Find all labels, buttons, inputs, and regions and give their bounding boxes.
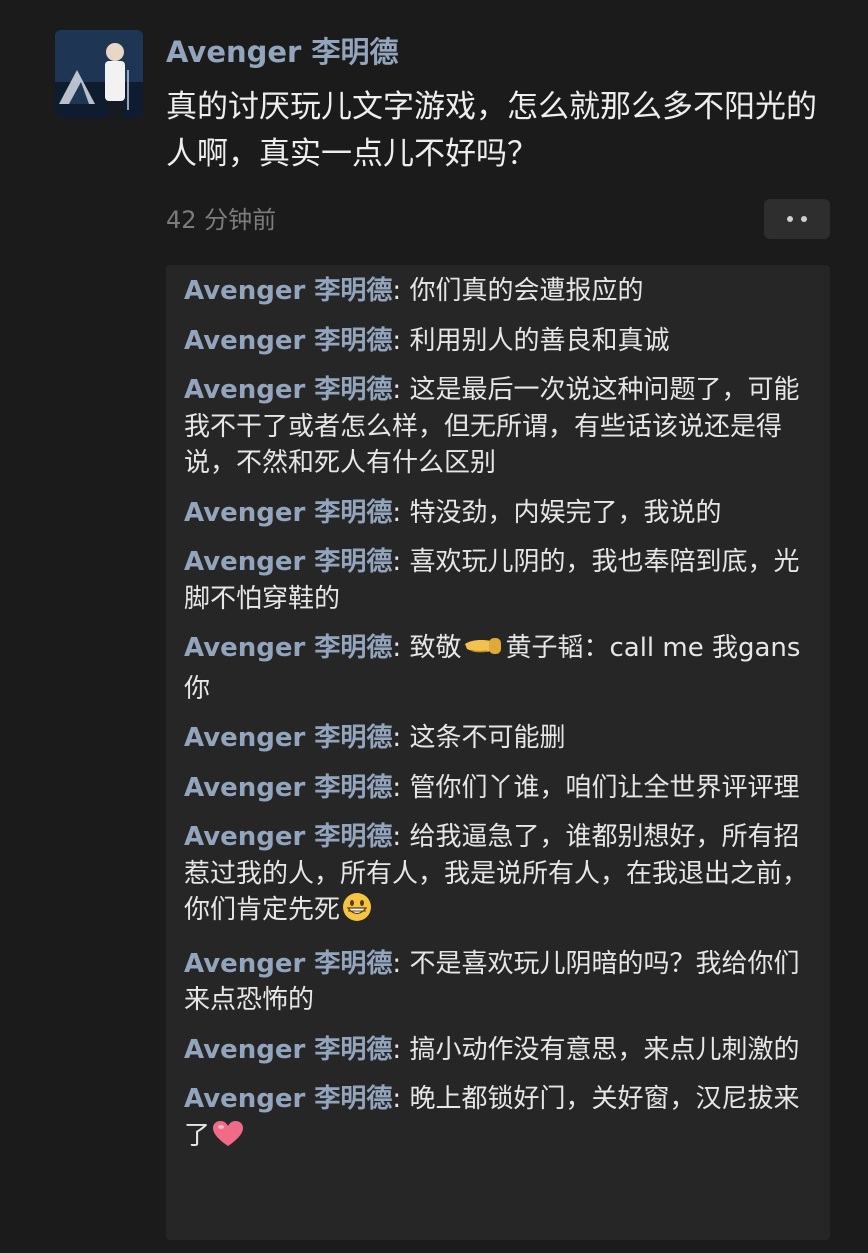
comment[interactable]: Avenger 李明德: 利用别人的善良和真诚 [184,323,812,360]
comment[interactable]: Avenger 李明德: 给我逼急了，谁都别想好，所有招惹过我的人，所有人，我是… [184,819,812,933]
comment-author[interactable]: Avenger 李明德 [184,633,392,663]
comment-text: 管你们丫谁，咱们让全世界评评理 [409,772,800,803]
comment-author[interactable]: Avenger 李明德 [184,547,392,577]
post-text: 真的讨厌玩儿文字游戏，怎么就那么多不阳光的人啊，真实一点儿不好吗？ [166,89,817,172]
comment-separator: : [392,276,410,306]
avatar-image [55,30,143,118]
comment-text: 这条不可能删 [409,723,566,753]
comment[interactable]: Avenger 李明德: 搞小动作没有意思，来点儿刺激的 [184,1032,812,1069]
comment[interactable]: Avenger 李明德: 特没劲，内娱完了，我说的 [184,495,812,532]
comment-author[interactable]: Avenger 李明德 [184,276,392,306]
pointing-hand-emoji [463,632,503,671]
dot-icon [787,216,793,222]
comment-author[interactable]: Avenger 李明德 [184,1035,392,1065]
comment-text: 搞小动作没有意思，来点儿刺激的 [409,1034,800,1065]
comment-author[interactable]: Avenger 李明德 [184,822,392,852]
comment-separator: : [392,822,410,852]
comment-text: 致敬 [409,633,462,663]
comment-separator: : [392,948,410,979]
comment-text: 你们真的会遭报应的 [409,276,644,306]
comment[interactable]: Avenger 李明德: 不是喜欢玩儿阴暗的吗？我给你们来点恐怖的 [184,946,812,1019]
comment[interactable]: Avenger 李明德: 这条不可能删 [184,720,812,757]
comment-author[interactable]: Avenger 李明德 [184,326,392,356]
comment-separator: : [392,497,410,528]
comment-author[interactable]: Avenger 李明德 [184,375,392,405]
comment-text: 特没劲，内娱完了，我说的 [409,497,722,528]
comments-panel: Avenger 李明德: 你们真的会遭报应的 Avenger 李明德: 利用别人… [166,265,830,1240]
comment-separator: : [392,375,410,405]
comment-separator: : [392,1084,410,1114]
comment-separator: : [392,325,410,356]
more-options-button[interactable] [764,199,830,239]
avatar[interactable] [55,30,143,118]
post-author[interactable]: Avenger 李明德 [166,30,398,74]
comment-author[interactable]: Avenger 李明德 [184,723,392,753]
comment-text: 利用别人的善良和真诚 [409,325,670,356]
comment[interactable]: Avenger 李明德: 这是最后一次说这种问题了，可能我不干了或者怎么样，但无… [184,372,812,482]
comment-separator: : [392,633,410,663]
post-timestamp: 42 分钟前 [166,206,277,234]
comment-separator: : [392,723,410,753]
comment-author[interactable]: Avenger 李明德 [184,498,392,528]
dot-icon [801,216,807,222]
comment-author[interactable]: Avenger 李明德 [184,949,392,979]
comment[interactable]: Avenger 李明德: 喜欢玩儿阴的，我也奉陪到底，光脚不怕穿鞋的 [184,544,812,617]
comment[interactable]: Avenger 李明德: 晚上都锁好门，关好窗，汉尼拔来了 [184,1081,812,1158]
comment-author[interactable]: Avenger 李明德 [184,1084,392,1114]
comment-separator: : [392,772,410,803]
heart-emoji [212,1120,244,1159]
grinning-face-emoji [342,892,372,933]
comment-separator: : [392,1034,410,1065]
comment-author[interactable]: Avenger 李明德 [184,773,392,803]
comment-separator: : [392,547,410,577]
comment[interactable]: Avenger 李明德: 致敬 黄子韬：call me 我gans你 [184,630,812,707]
comment[interactable]: Avenger 李明德: 管你们丫谁，咱们让全世界评评理 [184,770,812,807]
comment[interactable]: Avenger 李明德: 你们真的会遭报应的 [184,273,812,310]
